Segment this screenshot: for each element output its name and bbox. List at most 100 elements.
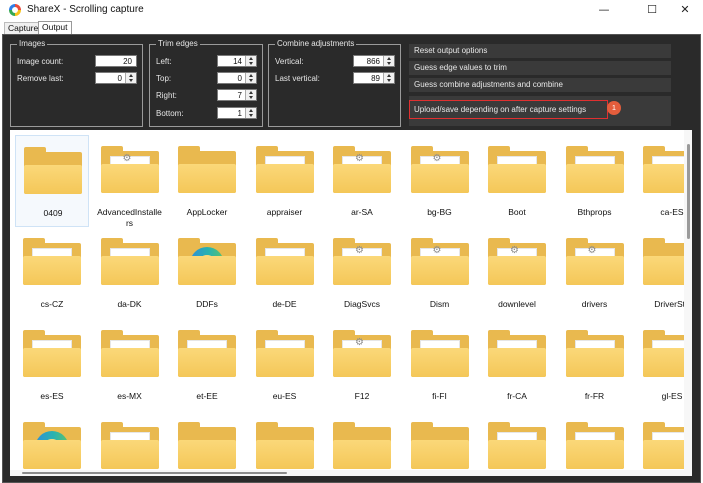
step-badge: 1 xyxy=(607,101,621,115)
folder-item[interactable] xyxy=(170,411,244,476)
folder-item[interactable]: fr-CA xyxy=(480,319,554,411)
folder-item[interactable]: ⚙ AdvancedInstallers xyxy=(93,135,167,228)
folder-item[interactable]: fr-FR xyxy=(558,319,632,411)
folder-item[interactable]: fi-FI xyxy=(403,319,477,411)
folder-item[interactable] xyxy=(93,411,167,476)
folder-document-icon xyxy=(255,238,314,285)
folder-name: fr-CA xyxy=(507,391,527,401)
folder-item[interactable]: de-DE xyxy=(248,227,322,319)
trim-edges-legend: Trim edges xyxy=(156,39,200,49)
folder-name: bg-BG xyxy=(427,207,452,217)
folder-name: es-ES xyxy=(40,391,64,401)
trim-right-label: Right: xyxy=(156,91,177,100)
folder-item[interactable]: ⚙ bg-BG xyxy=(403,135,477,227)
trim-left-stepper[interactable]: 14 xyxy=(217,55,257,67)
stepper-arrows-icon[interactable] xyxy=(245,90,256,100)
trim-top-stepper[interactable]: 0 xyxy=(217,72,257,84)
horizontal-scroll-thumb[interactable] xyxy=(22,472,287,474)
image-count-field[interactable]: 20 xyxy=(95,55,137,67)
folder-plain-icon xyxy=(178,422,236,469)
trim-right-value: 7 xyxy=(237,91,242,100)
folder-item[interactable]: AppLocker xyxy=(170,135,244,227)
window-title: ShareX - Scrolling capture xyxy=(27,4,144,15)
folder-name: de-DE xyxy=(272,299,297,309)
folder-item[interactable]: cs-CZ xyxy=(15,227,89,319)
tab-output[interactable]: Output xyxy=(38,21,72,34)
folder-item[interactable]: ⚙ F12 xyxy=(325,319,399,411)
stepper-arrows-icon[interactable] xyxy=(245,108,256,118)
vertical-scrollbar[interactable] xyxy=(684,130,692,476)
folder-item[interactable] xyxy=(325,411,399,476)
last-vertical-label: Last vertical: xyxy=(275,74,320,83)
guess-combine-button[interactable]: Guess combine adjustments and combine xyxy=(409,78,671,92)
stepper-arrows-icon[interactable] xyxy=(125,73,136,83)
folder-name: 0409 xyxy=(43,208,63,218)
folder-name: AdvancedInstallers xyxy=(97,207,162,228)
folder-item[interactable] xyxy=(15,411,89,476)
trim-left-value: 14 xyxy=(233,57,242,66)
folder-item[interactable] xyxy=(248,411,322,476)
guess-edge-values-button[interactable]: Guess edge values to trim xyxy=(409,61,671,75)
folder-name: cs-CZ xyxy=(40,299,64,309)
folder-item[interactable]: et-EE xyxy=(170,319,244,411)
folder-plain-icon xyxy=(255,422,314,469)
tab-capture[interactable]: Capture xyxy=(4,22,43,34)
folder-name: da-DK xyxy=(117,299,142,309)
folder-document-icon xyxy=(100,238,159,285)
folder-name: et-EE xyxy=(196,391,218,401)
folder-name: ar-SA xyxy=(351,207,373,217)
images-group: Images Image count: 20 Remove last: 0 xyxy=(10,39,143,127)
stepper-arrows-icon[interactable] xyxy=(383,73,394,83)
folder-item[interactable]: es-MX xyxy=(93,319,167,411)
folder-document-icon xyxy=(488,422,546,469)
folder-settings-icon: ⚙ xyxy=(100,146,159,193)
folder-item[interactable]: ⚙ DiagSvcs xyxy=(325,227,399,319)
folder-name: es-MX xyxy=(117,391,142,401)
folder-document-icon xyxy=(488,330,546,377)
folder-document-icon xyxy=(255,330,314,377)
maximize-button[interactable]: ☐ xyxy=(634,0,670,21)
trim-bottom-stepper[interactable]: 1 xyxy=(217,107,257,119)
folder-item[interactable]: ⚙ ar-SA xyxy=(325,135,399,227)
folder-document-icon xyxy=(23,330,81,377)
last-vertical-stepper[interactable]: 89 xyxy=(353,72,395,84)
folder-item[interactable]: ⚙ drivers xyxy=(558,227,632,319)
minimize-button[interactable]: — xyxy=(586,0,622,21)
trim-bottom-label: Bottom: xyxy=(156,109,184,118)
folder-item[interactable]: ⚙ downlevel xyxy=(480,227,554,319)
stepper-arrows-icon[interactable] xyxy=(245,73,256,83)
trim-left-label: Left: xyxy=(156,57,172,66)
folder-item[interactable]: Boot xyxy=(480,135,554,227)
folder-item[interactable] xyxy=(558,411,632,476)
folder-document-icon xyxy=(255,146,314,193)
folder-item[interactable]: Bthprops xyxy=(558,135,632,227)
horizontal-scrollbar[interactable] xyxy=(10,470,684,476)
folder-document-icon xyxy=(178,330,236,377)
folder-item[interactable]: ⚙ Dism xyxy=(403,227,477,319)
folder-item[interactable]: eu-ES xyxy=(248,319,322,411)
upload-save-button[interactable]: Upload/save depending on after capture s… xyxy=(409,100,608,119)
vertical-stepper[interactable]: 866 xyxy=(353,55,395,67)
folder-item[interactable]: es-ES xyxy=(15,319,89,411)
image-count-label: Image count: xyxy=(17,57,64,66)
stepper-arrows-icon[interactable] xyxy=(383,56,394,66)
trim-top-value: 0 xyxy=(237,74,242,83)
close-button[interactable]: ✕ xyxy=(667,0,703,21)
vertical-scroll-thumb[interactable] xyxy=(687,144,690,239)
folder-item[interactable] xyxy=(480,411,554,476)
folder-plain-icon xyxy=(410,422,469,469)
folder-name: F12 xyxy=(354,391,370,401)
folder-plain-icon xyxy=(333,422,391,469)
folder-plain-icon xyxy=(24,147,82,194)
folder-item[interactable]: da-DK xyxy=(93,227,167,319)
images-legend: Images xyxy=(17,39,48,49)
stepper-arrows-icon[interactable] xyxy=(245,56,256,66)
folder-item[interactable]: appraiser xyxy=(248,135,322,227)
reset-output-options-button[interactable]: Reset output options xyxy=(409,44,671,58)
folder-item[interactable]: 0409 xyxy=(15,135,89,227)
remove-last-stepper[interactable]: 0 xyxy=(95,72,137,84)
folder-settings-icon: ⚙ xyxy=(333,238,391,285)
folder-item[interactable]: DDFs xyxy=(170,227,244,319)
folder-item[interactable] xyxy=(403,411,477,476)
trim-right-stepper[interactable]: 7 xyxy=(217,89,257,101)
